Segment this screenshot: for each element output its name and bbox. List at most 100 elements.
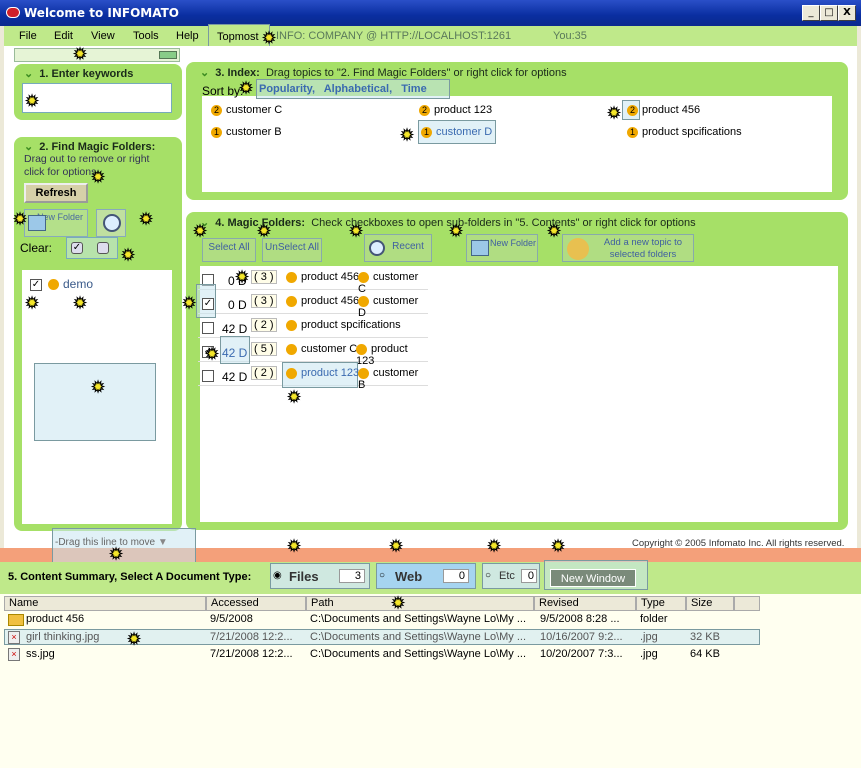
index-title: 3. Index: bbox=[215, 67, 260, 79]
row-age: 42 D bbox=[222, 370, 248, 384]
recent-clock-button[interactable] bbox=[96, 209, 126, 237]
marker-icon bbox=[256, 224, 272, 240]
sort-time-link[interactable]: Time bbox=[401, 83, 426, 95]
find-folders-panel: ⌄ 2. Find Magic Folders: Drag out to remo… bbox=[14, 137, 182, 531]
row-age: 42 D bbox=[222, 322, 248, 336]
row-tag[interactable]: product 456 bbox=[286, 295, 359, 307]
menu-file[interactable]: File bbox=[19, 30, 37, 42]
etc-option[interactable]: ○ Etc 0 bbox=[482, 563, 540, 589]
tag-label: customer C bbox=[301, 343, 358, 355]
folder-checkbox[interactable]: ✓ bbox=[30, 279, 42, 291]
refresh-button[interactable]: Refresh bbox=[24, 183, 88, 203]
column-header-revised[interactable]: Revised bbox=[534, 596, 636, 611]
clear-checked-button[interactable]: ✓ bbox=[71, 242, 83, 254]
magic-folder-row[interactable]: 0 D ( 3 ) product 456 customer C bbox=[198, 268, 428, 295]
row-checkbox[interactable]: ✓ bbox=[202, 298, 214, 310]
index-hint: Drag topics to "2. Find Magic Folders" o… bbox=[265, 67, 567, 79]
index-topic-area bbox=[202, 96, 832, 192]
topic-ball-icon bbox=[567, 238, 589, 260]
topic-dot-icon bbox=[358, 271, 369, 283]
tag-label: product 123 bbox=[301, 367, 360, 379]
select-all-button[interactable]: Select All bbox=[202, 238, 256, 262]
magic-folder-row[interactable]: ✓ 42 D ( 5 ) customer C product 123 bbox=[198, 336, 428, 367]
cell-accessed: 9/5/2008 bbox=[210, 613, 253, 625]
topic-count: 2 bbox=[419, 104, 430, 116]
row-tag[interactable]: product 123 bbox=[286, 367, 359, 379]
files-option[interactable]: ◉ Files 3 bbox=[270, 563, 370, 589]
cell-path: C:\Documents and Settings\Wayne Lo\My ..… bbox=[310, 631, 527, 643]
index-topic[interactable]: 1 product spcifications bbox=[627, 126, 742, 138]
row-count: ( 3 ) bbox=[251, 270, 277, 284]
new-folder-button[interactable]: New Folder bbox=[24, 209, 88, 237]
index-topic[interactable]: 2 product 456 bbox=[627, 104, 700, 116]
folder-icon bbox=[8, 614, 24, 626]
folder-item[interactable]: demo bbox=[48, 277, 93, 291]
topic-label: product spcifications bbox=[642, 126, 742, 138]
topic-dot-icon bbox=[358, 295, 369, 307]
triangle-down-icon: ▼ bbox=[157, 537, 168, 548]
row-tag[interactable]: customer B bbox=[358, 367, 428, 391]
new-folder-button-2[interactable]: New Folder bbox=[466, 234, 538, 262]
magic-folder-row[interactable]: ✓ 0 D ( 3 ) product 456 customer D bbox=[196, 284, 428, 319]
chevron-down-icon: ⌄ bbox=[24, 68, 34, 80]
topic-count: 1 bbox=[211, 126, 222, 138]
magic-folder-row[interactable]: 42 D ( 2 ) product spcifications bbox=[198, 316, 428, 338]
index-topic[interactable]: 1 customer B bbox=[211, 126, 282, 138]
clear-unchecked-button[interactable] bbox=[97, 242, 109, 254]
etc-label: Etc bbox=[499, 570, 515, 582]
keywords-input[interactable] bbox=[22, 83, 172, 113]
keywords-panel: ⌄ 1. Enter keywords bbox=[14, 64, 182, 120]
index-topic[interactable]: 2 product 123 bbox=[419, 104, 492, 116]
slider-handle[interactable] bbox=[159, 51, 177, 59]
row-tag[interactable]: customer C bbox=[286, 343, 357, 355]
maximize-button[interactable]: □ bbox=[820, 5, 838, 21]
marker-icon bbox=[12, 212, 28, 228]
column-header-name[interactable]: Name bbox=[4, 596, 206, 611]
index-topic[interactable]: 1 customer D bbox=[421, 126, 492, 138]
row-checkbox[interactable] bbox=[202, 370, 214, 382]
topic-label: product 456 bbox=[642, 104, 701, 116]
folder-drop-zone[interactable] bbox=[34, 363, 156, 441]
marker-icon bbox=[90, 380, 106, 396]
radio-icon: ○ bbox=[485, 570, 492, 581]
unselect-all-button[interactable]: UnSelect All bbox=[262, 238, 322, 262]
table-row[interactable]: × ss.jpg 7/21/2008 12:2... C:\Documents … bbox=[4, 647, 760, 663]
user-count: You:35 bbox=[553, 30, 587, 42]
close-button[interactable]: X bbox=[838, 5, 856, 21]
row-tag[interactable]: product spcifications bbox=[286, 319, 401, 331]
menu-view[interactable]: View bbox=[91, 30, 115, 42]
minimize-button[interactable]: _ bbox=[802, 5, 820, 21]
recent-button[interactable]: Recent bbox=[364, 234, 432, 262]
find-folders-title: 2. Find Magic Folders: bbox=[39, 141, 156, 153]
web-option[interactable]: ○ Web 0 bbox=[376, 563, 476, 589]
zoom-slider[interactable] bbox=[14, 48, 180, 62]
new-window-button[interactable]: New Window bbox=[550, 569, 636, 587]
column-header-path[interactable]: Path bbox=[306, 596, 534, 611]
sort-alphabetical-link[interactable]: Alphabetical, bbox=[324, 83, 392, 95]
magic-folder-row[interactable]: 42 D ( 2 ) product 123 customer B bbox=[198, 362, 428, 391]
menu-help[interactable]: Help bbox=[176, 30, 199, 42]
add-topic-button[interactable]: Add a new topic to selected folders bbox=[562, 234, 694, 262]
marker-icon bbox=[234, 270, 250, 286]
menu-tools[interactable]: Tools bbox=[133, 30, 159, 42]
topic-dot-icon bbox=[356, 343, 367, 355]
magic-folder-list: ✓ demo bbox=[22, 270, 172, 524]
marker-icon bbox=[126, 632, 142, 648]
index-topic[interactable]: 2 customer C bbox=[211, 104, 282, 116]
column-header-type[interactable]: Type bbox=[636, 596, 686, 611]
marker-icon bbox=[72, 47, 88, 63]
cell-revised: 10/20/2007 7:3... bbox=[540, 648, 623, 660]
marker-icon bbox=[448, 224, 464, 240]
menu-edit[interactable]: Edit bbox=[54, 30, 73, 42]
table-row[interactable]: × girl thinking.jpg 7/21/2008 12:2... C:… bbox=[4, 629, 760, 645]
row-checkbox[interactable] bbox=[202, 322, 214, 334]
row-tag[interactable]: product 456 bbox=[286, 271, 359, 283]
cell-type: .jpg bbox=[640, 648, 658, 660]
sort-popularity-link[interactable]: Popularity, bbox=[259, 83, 315, 95]
marker-icon bbox=[348, 224, 364, 240]
info-text: INFO: COMPANY @ HTTP://LOCALHOST:1261 bbox=[276, 30, 512, 42]
table-row[interactable]: product 456 9/5/2008 C:\Documents and Se… bbox=[4, 612, 760, 628]
column-header-size[interactable]: Size bbox=[686, 596, 734, 611]
column-header-extra[interactable] bbox=[734, 596, 760, 611]
column-header-accessed[interactable]: Accessed bbox=[206, 596, 306, 611]
